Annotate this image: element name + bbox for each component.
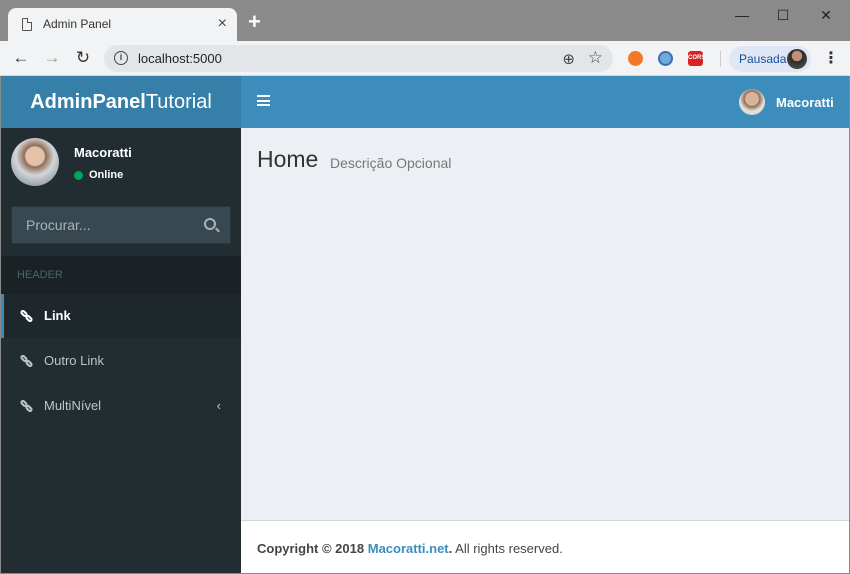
- reload-icon[interactable]: ↻: [72, 47, 94, 69]
- footer-link[interactable]: Macoratti.net: [368, 541, 449, 556]
- profile-label: Pausada: [739, 52, 787, 66]
- user-avatar-small[interactable]: [739, 89, 765, 115]
- footer-suffix: All rights reserved.: [452, 541, 563, 556]
- bookmark-star-icon[interactable]: ☆: [588, 48, 603, 68]
- extension-orange-icon[interactable]: [628, 51, 643, 66]
- close-window-button[interactable]: ✕: [811, 4, 841, 26]
- toolbar-divider: [720, 51, 721, 67]
- browser-menu-icon[interactable]: ⋮: [823, 48, 839, 68]
- top-user-name[interactable]: Macoratti: [776, 95, 834, 110]
- sidebar-item-label: Outro Link: [44, 353, 104, 368]
- search-icon[interactable]: [204, 218, 216, 230]
- user-avatar: [11, 138, 59, 186]
- link-icon: [19, 308, 34, 324]
- browser-tab[interactable]: Admin Panel ×: [8, 8, 237, 41]
- maximize-button[interactable]: ☐: [768, 4, 798, 26]
- sidebar-item-label: Link: [44, 308, 71, 323]
- sidebar-search: [11, 206, 231, 244]
- zoom-icon[interactable]: ⊕: [562, 50, 575, 68]
- online-status-icon: [74, 171, 83, 180]
- link-icon: [19, 398, 34, 414]
- sidebar-item-link[interactable]: Link: [1, 294, 241, 338]
- sidebar-item-label: MultiNível: [44, 398, 102, 413]
- profile-avatar: [787, 49, 807, 69]
- sidebar-item-outro-link[interactable]: Outro Link: [1, 339, 241, 383]
- sidebar-header-label: HEADER: [17, 269, 63, 281]
- url-text[interactable]: localhost:5000: [138, 51, 222, 66]
- browser-toolbar: ← → ↻ i localhost:5000 ⊕ ☆ CORS Pausada …: [0, 41, 850, 76]
- logo-bar: AdminPanelTutorial: [1, 76, 241, 128]
- page-description: Descrição Opcional: [330, 155, 452, 171]
- app-logo[interactable]: AdminPanelTutorial: [1, 76, 241, 128]
- footer: Copyright © 2018 Macoratti.net. All righ…: [241, 520, 849, 573]
- new-tab-button[interactable]: +: [248, 11, 261, 33]
- address-bar[interactable]: i localhost:5000 ⊕ ☆: [104, 45, 613, 72]
- back-icon[interactable]: ←: [10, 47, 32, 69]
- link-icon: [19, 353, 34, 369]
- online-status: Online: [89, 169, 124, 181]
- user-panel: Macoratti Online: [1, 128, 241, 204]
- logo-light-text: Tutorial: [145, 91, 212, 113]
- extension-cors-icon[interactable]: CORS: [688, 51, 705, 66]
- sidebar-user-name: Macoratti: [74, 145, 132, 160]
- info-icon[interactable]: i: [114, 51, 128, 65]
- profile-button[interactable]: Pausada: [729, 46, 811, 72]
- minimize-button[interactable]: —: [727, 4, 757, 26]
- footer-text: Copyright © 2018 Macoratti.net. All righ…: [257, 541, 563, 556]
- tab-title: Admin Panel: [43, 17, 112, 31]
- logo-bold-text: AdminPanel: [30, 91, 146, 113]
- forward-icon[interactable]: →: [41, 47, 63, 69]
- sidebar: Macoratti Online HEADER Link Outro Link …: [1, 128, 241, 573]
- page-title: Home: [257, 146, 319, 172]
- close-tab-icon[interactable]: ×: [218, 14, 227, 34]
- page-icon: [22, 18, 32, 31]
- search-input[interactable]: [12, 207, 192, 243]
- extension-blue-icon[interactable]: [658, 51, 673, 66]
- sidebar-toggle-icon[interactable]: [257, 95, 270, 106]
- top-navbar: Macoratti: [241, 76, 849, 128]
- content-area: Home Descrição Opcional: [241, 128, 849, 520]
- chevron-left-icon[interactable]: ‹: [217, 398, 221, 413]
- sidebar-header: HEADER: [1, 256, 241, 294]
- admin-app: AdminPanelTutorial Macoratti Macoratti O…: [1, 76, 849, 573]
- sidebar-item-multinivel[interactable]: MultiNível ‹: [1, 384, 241, 428]
- footer-copyright: Copyright © 2018: [257, 541, 365, 556]
- browser-titlebar: Admin Panel × + — ☐ ✕: [0, 0, 850, 41]
